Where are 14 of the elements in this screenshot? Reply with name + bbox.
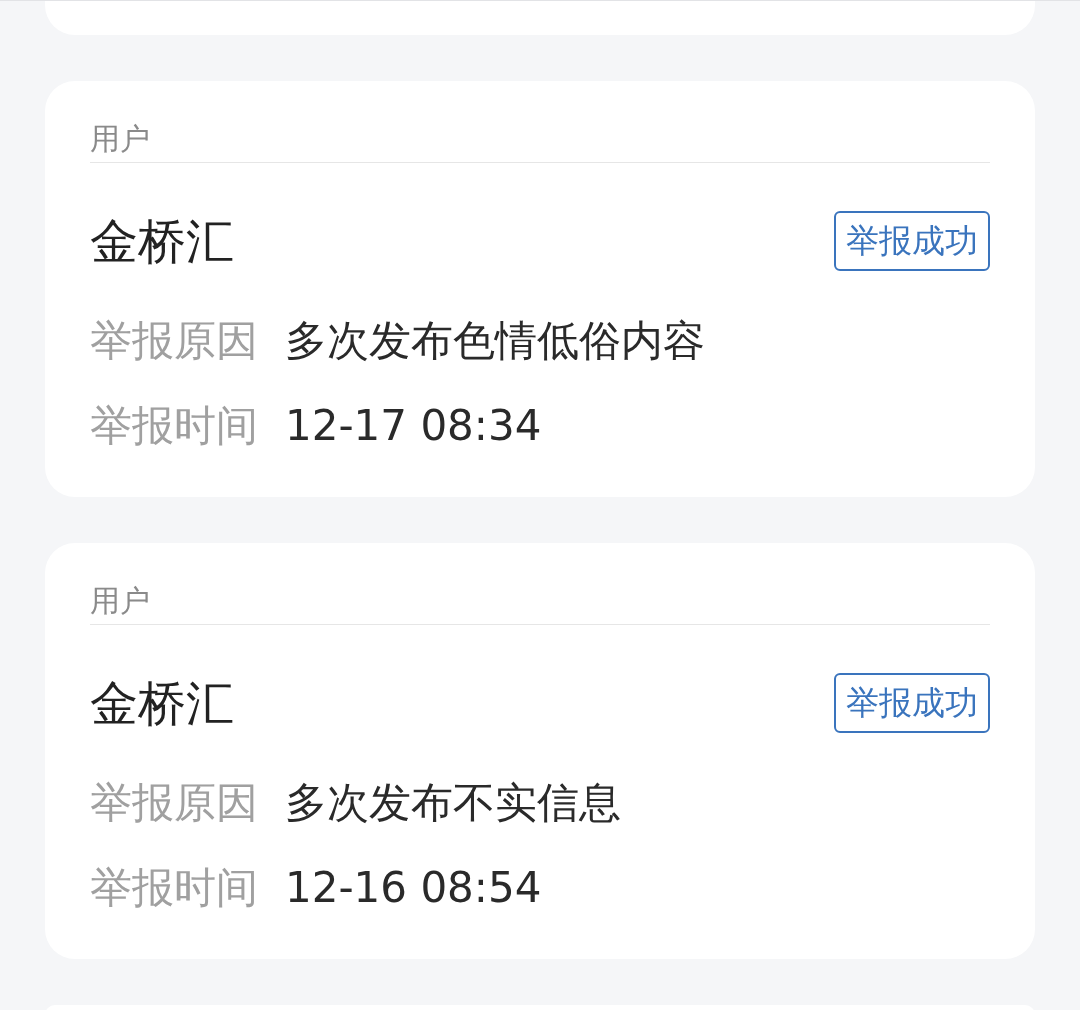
field-label: 举报时间 <box>90 863 258 913</box>
field-value: 12-17 08:34 <box>285 401 542 451</box>
field-value: 12-16 08:54 <box>285 863 542 913</box>
field-value: 多次发布不实信息 <box>285 778 621 828</box>
section-label: 用户 <box>90 119 990 163</box>
user-name: 金桥汇 <box>90 212 234 271</box>
field-label: 举报时间 <box>90 401 258 451</box>
status-tag: 举报成功 <box>834 211 990 271</box>
field-label: 举报原因 <box>90 778 258 828</box>
section-label: 用户 <box>90 581 990 625</box>
field-value: 多次发布色情低俗内容 <box>285 316 705 366</box>
user-name: 金桥汇 <box>90 674 234 733</box>
field-label: 举报原因 <box>90 316 258 366</box>
status-tag: 举报成功 <box>834 673 990 733</box>
